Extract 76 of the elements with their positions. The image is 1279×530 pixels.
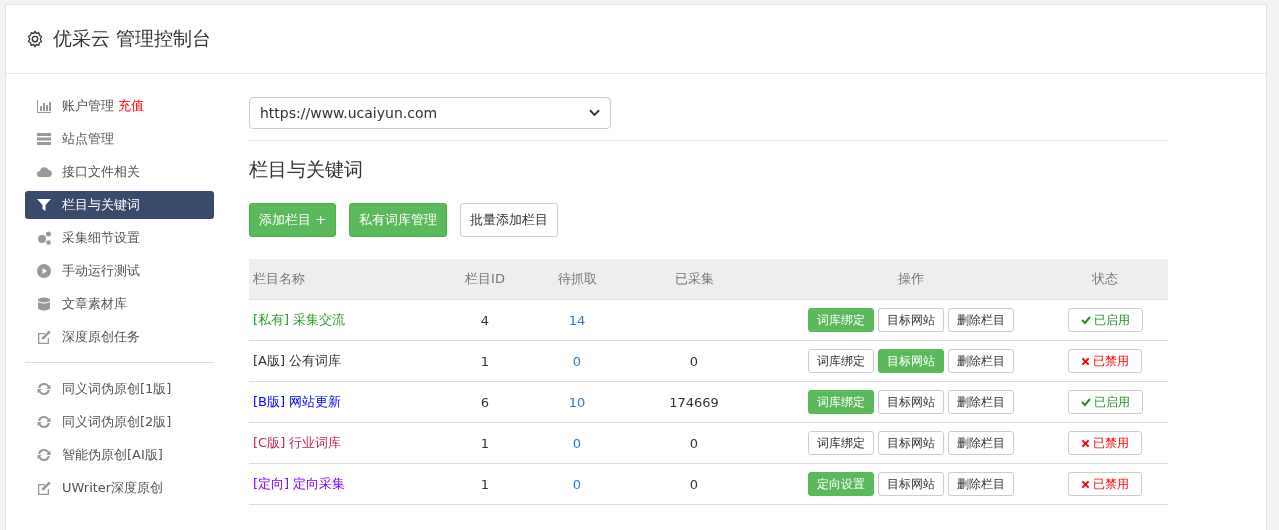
status-button[interactable]: 已禁用	[1068, 472, 1142, 496]
table-cell: 0	[689, 476, 699, 492]
table-cell: 0	[689, 353, 699, 369]
row-action-button[interactable]: 目标网站	[878, 472, 944, 496]
sidebar-item[interactable]: 文章素材库	[25, 290, 214, 318]
table-cell: 174669	[669, 394, 719, 410]
edit-icon	[36, 329, 52, 345]
row-action-button[interactable]: 词库绑定	[808, 349, 874, 373]
column-name: [B版] 网站更新	[253, 394, 342, 409]
refresh-icon	[36, 447, 52, 463]
sidebar-item[interactable]: 栏目与关键词	[25, 191, 214, 219]
section-title: 栏目与关键词	[249, 157, 364, 182]
play-icon	[36, 263, 52, 279]
sidebar-item[interactable]: 站点管理	[25, 125, 214, 153]
row-action-button[interactable]: 目标网站	[878, 431, 944, 455]
server-icon	[36, 131, 52, 147]
table-cell: 10	[568, 394, 586, 410]
status-button[interactable]: 已启用	[1067, 308, 1143, 332]
sidebar-item[interactable]: 同义词伪原创[2版]	[25, 408, 214, 436]
column-header: 状态	[1092, 271, 1118, 286]
sidebar-item[interactable]: 接口文件相关	[25, 158, 214, 186]
close-icon	[1081, 438, 1090, 448]
table-cell: 14	[568, 312, 586, 328]
table-cell: 1	[480, 435, 490, 451]
table-cell: 0	[572, 353, 582, 369]
sidebar-item[interactable]: 深度原创任务	[25, 323, 214, 351]
column-header: 栏目名称	[253, 271, 305, 286]
status-button[interactable]: 已禁用	[1068, 349, 1142, 373]
check-icon	[1080, 397, 1091, 407]
table-cell: 0	[689, 435, 699, 451]
database-icon	[36, 296, 52, 312]
column-name: [C版] 行业词库	[253, 435, 342, 450]
row-action-button[interactable]: 删除栏目	[948, 308, 1014, 332]
row-action-button[interactable]: 词库绑定	[808, 431, 874, 455]
status-button[interactable]: 已禁用	[1068, 431, 1142, 455]
close-icon	[1081, 479, 1090, 489]
app-title: 优采云 管理控制台	[53, 26, 212, 51]
sidebar-item[interactable]: 采集细节设置	[25, 224, 214, 252]
table-cell: 1	[480, 353, 490, 369]
column-header: 已采集	[674, 271, 714, 286]
cloud-icon	[36, 164, 52, 180]
settings-icon	[26, 30, 44, 48]
refresh-icon	[36, 381, 52, 397]
table-cell: 1	[480, 476, 490, 492]
close-icon	[1081, 356, 1090, 366]
action-button[interactable]: 批量添加栏目	[460, 203, 559, 237]
column-header: 栏目ID	[465, 271, 505, 286]
column-name: [私有] 采集交流	[253, 312, 346, 327]
sidebar-item[interactable]: 同义词伪原创[1版]	[25, 375, 214, 403]
table-cell: 0	[572, 476, 582, 492]
table-cell: 4	[480, 312, 490, 328]
recharge-link[interactable]: 充值	[118, 97, 144, 115]
chart-icon	[36, 98, 52, 114]
refresh-icon	[36, 414, 52, 430]
site-select[interactable]: https://www.ucaiyun.com	[249, 97, 611, 129]
sidebar-item[interactable]: 手动运行测试	[25, 257, 214, 285]
row-action-button[interactable]: 删除栏目	[948, 472, 1014, 496]
sidebar-item[interactable]: UWriter深度原创	[25, 474, 214, 502]
row-action-button[interactable]: 删除栏目	[948, 349, 1014, 373]
sidebar-item[interactable]: 账户管理 充值	[25, 92, 214, 120]
column-header: 操作	[898, 271, 924, 286]
table-cell: 6	[480, 394, 490, 410]
row-action-button[interactable]: 删除栏目	[948, 390, 1014, 414]
column-name: [A版] 公有词库	[253, 353, 342, 368]
check-icon	[1080, 315, 1091, 325]
row-action-button[interactable]: 删除栏目	[948, 431, 1014, 455]
filter-icon	[36, 197, 52, 213]
row-action-button[interactable]: 目标网站	[878, 308, 944, 332]
sidebar-item[interactable]: 智能伪原创[AI版]	[25, 441, 214, 469]
row-action-button[interactable]: 目标网站	[878, 390, 944, 414]
column-name: [定向] 定向采集	[253, 476, 346, 491]
column-header: 待抓取	[557, 271, 597, 286]
edit-icon	[36, 480, 52, 496]
status-button[interactable]: 已启用	[1067, 390, 1143, 414]
table-cell: 0	[572, 435, 582, 451]
chevron-down-icon	[589, 109, 600, 117]
